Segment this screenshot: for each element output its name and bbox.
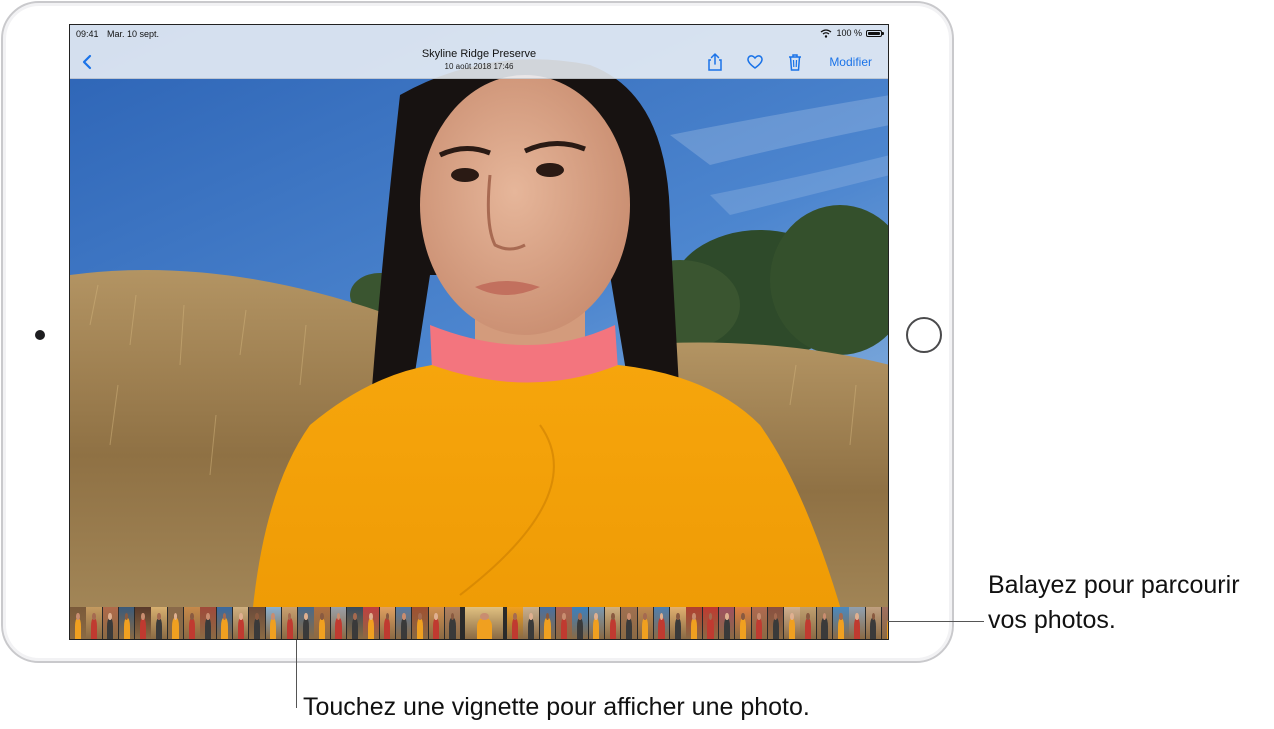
thumbnail[interactable] (216, 607, 233, 639)
thumbnail[interactable] (751, 607, 768, 639)
wifi-icon (821, 28, 832, 38)
swipe-callout-line (888, 621, 984, 622)
illustration: 09:41 Mar. 10 sept. 100 % Skyline Ridge … (0, 0, 1274, 729)
main-photo (70, 25, 888, 639)
front-camera (35, 330, 45, 340)
battery-icon (866, 29, 884, 37)
thumbnail-selected[interactable] (465, 607, 504, 639)
thumbnail[interactable] (816, 607, 833, 639)
thumbnail[interactable] (881, 607, 888, 639)
battery-percentage: 100 % (836, 28, 862, 38)
thumbnail[interactable] (849, 607, 865, 639)
nav-actions: Modifier (705, 51, 872, 73)
thumbnail[interactable] (363, 607, 379, 639)
status-time: 09:41 (76, 29, 99, 39)
thumbnail[interactable] (702, 607, 719, 639)
thumbnail[interactable] (281, 607, 298, 639)
thumbnail[interactable] (249, 607, 265, 639)
thumbnail[interactable] (637, 607, 653, 639)
share-icon[interactable] (705, 51, 725, 73)
thumbnail[interactable] (507, 607, 523, 639)
thumbnail-strip[interactable] (70, 607, 888, 639)
thumbnail[interactable] (86, 607, 102, 639)
thumbnail[interactable] (314, 607, 330, 639)
ipad-screen: 09:41 Mar. 10 sept. 100 % Skyline Ridge … (69, 24, 889, 640)
thumbnail[interactable] (379, 607, 396, 639)
edit-button[interactable]: Modifier (829, 55, 872, 69)
status-date: Mar. 10 sept. (107, 29, 160, 39)
thumbnail[interactable] (200, 607, 216, 639)
thumbnail[interactable] (395, 607, 412, 639)
thumbnail[interactable] (265, 607, 282, 639)
thumbnail[interactable] (118, 607, 135, 639)
thumbnail[interactable] (767, 607, 784, 639)
status-indicators: 100 % (820, 28, 884, 38)
thumbnail[interactable] (670, 607, 686, 639)
heart-icon[interactable] (745, 51, 765, 73)
thumbnail[interactable] (184, 607, 200, 639)
thumbnail[interactable] (800, 607, 816, 639)
thumbnail[interactable] (588, 607, 605, 639)
thumbnail[interactable] (865, 607, 882, 639)
thumbnail[interactable] (523, 607, 539, 639)
thumbnail[interactable] (686, 607, 702, 639)
trash-icon[interactable] (785, 51, 805, 73)
thumbnail[interactable] (347, 607, 363, 639)
thumbnail[interactable] (412, 607, 428, 639)
thumbnail[interactable] (135, 607, 151, 639)
thumbnail[interactable] (167, 607, 184, 639)
tap-callout-line-vertical (296, 640, 297, 708)
thumbnail[interactable] (784, 607, 800, 639)
navigation-bar: Skyline Ridge Preserve 10 août 2018 17:4… (70, 45, 888, 79)
thumbnail[interactable] (621, 607, 637, 639)
thumbnail[interactable] (539, 607, 556, 639)
thumbnail[interactable] (604, 607, 621, 639)
tap-callout-text: Touchez une vignette pour afficher une p… (303, 693, 810, 721)
thumbnail[interactable] (428, 607, 445, 639)
thumbnail[interactable] (653, 607, 670, 639)
status-bar: 09:41 Mar. 10 sept. 100 % (70, 25, 888, 45)
thumbnail[interactable] (298, 607, 314, 639)
thumbnail[interactable] (151, 607, 167, 639)
thumbnail[interactable] (735, 607, 751, 639)
home-button[interactable] (906, 317, 942, 353)
swipe-callout-text: Balayez pour parcourir vos photos. (988, 571, 1240, 634)
thumbnail[interactable] (718, 607, 735, 639)
thumbnail[interactable] (444, 607, 461, 639)
thumbnail[interactable] (572, 607, 588, 639)
thumbnail[interactable] (232, 607, 249, 639)
thumbnail[interactable] (833, 607, 849, 639)
thumbnail[interactable] (102, 607, 119, 639)
thumbnail[interactable] (556, 607, 572, 639)
thumbnail[interactable] (330, 607, 347, 639)
thumbnail[interactable] (70, 607, 86, 639)
